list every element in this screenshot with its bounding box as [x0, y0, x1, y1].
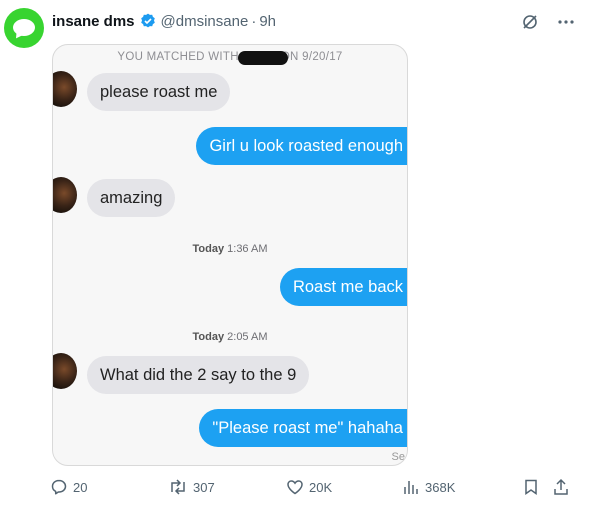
- like-count: 20K: [309, 479, 333, 495]
- timestamp: Today 2:05 AM: [192, 331, 268, 343]
- repost-count: 307: [193, 479, 215, 495]
- repost-button[interactable]: 307: [168, 478, 215, 496]
- message-incoming: please roast me: [87, 73, 231, 111]
- like-button[interactable]: 20K: [286, 478, 332, 496]
- views-button[interactable]: 368K: [402, 478, 455, 496]
- heart-icon: [287, 480, 303, 495]
- top-actions: [520, 12, 576, 32]
- message-outgoing: Roast me back: [279, 268, 407, 306]
- message-incoming: What did the 2 say to the 9: [87, 356, 310, 394]
- tweet-header: insane dms @dmsinsane · 9h: [52, 11, 276, 31]
- tweet-actions: 20 307 20K 368K: [50, 478, 578, 498]
- share-icon: [554, 478, 568, 495]
- views-count: 368K: [425, 479, 456, 495]
- avatar[interactable]: [4, 8, 44, 48]
- author-handle[interactable]: @dmsinsane: [161, 13, 249, 30]
- reply-button[interactable]: 20: [50, 478, 87, 496]
- post-time[interactable]: 9h: [259, 13, 276, 30]
- profile-photo: [53, 353, 77, 389]
- repost-icon: [171, 479, 185, 495]
- timestamp: Today 1:36 AM: [192, 243, 268, 255]
- grok-icon[interactable]: [520, 12, 540, 32]
- bookmark-button[interactable]: [522, 478, 540, 496]
- message-incoming: amazing: [87, 179, 176, 217]
- tweet-image[interactable]: YOU MATCHED WITH ON 9/20/17 please roast…: [52, 44, 408, 466]
- share-button[interactable]: [552, 478, 570, 496]
- separator-dot: ·: [251, 12, 257, 30]
- views-icon: [404, 481, 418, 494]
- reply-count: 20: [73, 479, 88, 495]
- cutoff-text: Se: [391, 451, 405, 463]
- profile-photo: [53, 71, 77, 107]
- matched-banner: YOU MATCHED WITH ON 9/20/17: [117, 51, 343, 63]
- more-icon[interactable]: [556, 12, 576, 32]
- redacted-name: [238, 51, 288, 65]
- reply-icon: [51, 479, 67, 495]
- bookmark-icon: [525, 479, 537, 495]
- profile-photo: [53, 177, 77, 213]
- verified-badge-icon: [140, 13, 156, 29]
- message-outgoing: "Please roast me" hahaha: [199, 409, 407, 447]
- message-outgoing: Girl u look roasted enough: [196, 127, 407, 165]
- author-name[interactable]: insane dms: [52, 13, 135, 30]
